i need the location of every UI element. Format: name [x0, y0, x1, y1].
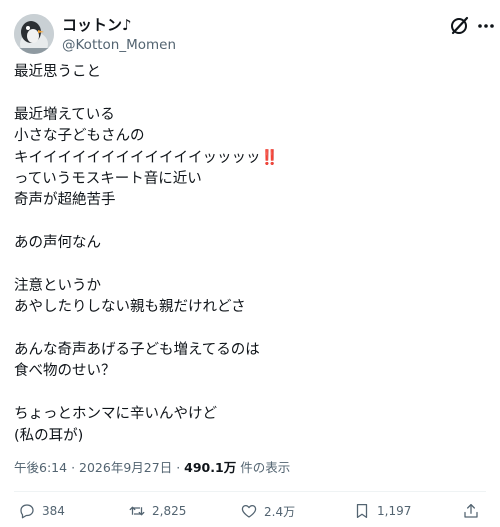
- post-line: あの声何なん: [14, 235, 101, 252]
- divider: [14, 491, 486, 492]
- views-label: 件の表示: [240, 460, 291, 475]
- penguin-avatar-image: [14, 14, 54, 54]
- post-line: キイイイイイイイイイイイイッッッッ: [14, 149, 261, 166]
- display-name[interactable]: コットン♪: [62, 16, 132, 34]
- action-bar: 384 2,825 2.4万 1,197: [0, 499, 500, 523]
- post-line: (私の耳が): [14, 427, 84, 444]
- bookmark-button[interactable]: 1,197: [353, 499, 411, 523]
- post-line: あんな奇声あげる子ども増えてるのは: [14, 342, 260, 359]
- reply-count: 384: [42, 504, 65, 518]
- post-line-emphasis: キイイイイイイイイイイイイッッッッ‼️: [14, 148, 484, 169]
- post-line: 小さな子どもさんの: [14, 128, 145, 145]
- post-line: [14, 383, 484, 404]
- grok-icon[interactable]: [448, 14, 472, 38]
- reply-button[interactable]: 384: [18, 499, 65, 523]
- post-line: ちょっとホンマに辛いんやけど: [14, 406, 217, 423]
- share-icon: [464, 503, 478, 518]
- post-line: 最近思うこと: [14, 64, 101, 80]
- post-line: 食べ物のせい？: [14, 363, 116, 380]
- double-exclamation-emoji: ‼️: [260, 149, 279, 166]
- meta-separator: ·: [176, 460, 181, 475]
- like-button[interactable]: 2.4万: [240, 499, 295, 523]
- repost-count: 2,825: [152, 504, 187, 518]
- post-meta: 午後6:14 · 2026年9月27日 · 490.1万 件の表示: [14, 459, 290, 477]
- post: コットン♪ @Kotton_Momen 最近思うこと 最近増えている 小さな子ど…: [0, 0, 500, 527]
- post-timestamp[interactable]: 午後6:14 · 2026年9月27日: [14, 460, 172, 475]
- post-line: 奇声が超絶苦手: [14, 192, 116, 209]
- more-icon[interactable]: [476, 14, 496, 38]
- post-line: っていうモスキート音に近い: [14, 170, 202, 187]
- repost-icon: [129, 506, 145, 516]
- post-line: [14, 212, 484, 233]
- post-line: [14, 255, 484, 276]
- post-line: [14, 319, 484, 340]
- like-count: 2.4万: [264, 504, 296, 519]
- views-count: 490.1万: [184, 460, 237, 475]
- reply-icon: [20, 504, 34, 519]
- avatar[interactable]: [14, 14, 54, 54]
- post-date: 2026年9月27日: [79, 460, 173, 475]
- meta-separator: ·: [71, 460, 76, 475]
- post-text: 最近思うこと 最近増えている 小さな子どもさんの キイイイイイイイイイイイイッッ…: [14, 62, 484, 447]
- share-button[interactable]: [462, 499, 486, 523]
- post-time: 午後6:14: [14, 460, 68, 475]
- bookmark-icon: [356, 503, 368, 519]
- heart-icon: [241, 504, 257, 518]
- post-line: [14, 83, 484, 104]
- repost-button[interactable]: 2,825: [128, 499, 186, 523]
- post-line: 注意というか: [14, 277, 101, 294]
- bookmark-count: 1,197: [377, 504, 412, 518]
- post-line: あやしたりしない親も親だけれどさ: [14, 299, 246, 316]
- user-handle[interactable]: @Kotton_Momen: [62, 37, 176, 54]
- post-line: 最近増えている: [14, 106, 115, 123]
